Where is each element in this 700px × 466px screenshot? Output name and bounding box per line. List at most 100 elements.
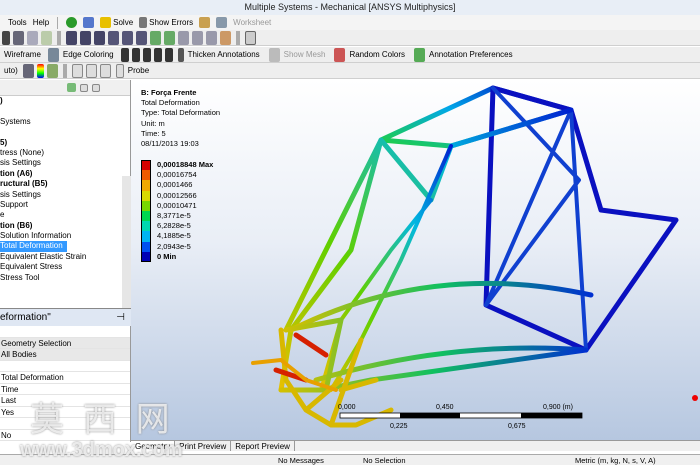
wireframe-button[interactable]: Wireframe <box>2 48 43 62</box>
graphics-viewport[interactable]: B: Força Frente Total Deformation Type: … <box>131 80 700 440</box>
tree-connect-icon[interactable] <box>83 17 95 28</box>
legend-entry: 0,00018848 Max <box>141 160 214 171</box>
edge-direction-icon[interactable] <box>120 47 129 62</box>
details-row[interactable]: No <box>0 430 130 441</box>
tree-item[interactable]: ructural (B5) <box>0 179 130 189</box>
worksheet-button[interactable]: Worksheet <box>233 18 271 27</box>
check-icon[interactable] <box>66 17 78 28</box>
scale-dropdown[interactable]: uto) <box>2 64 20 78</box>
tree-item[interactable]: e <box>0 210 130 220</box>
selection-status: No Selection <box>363 456 406 465</box>
edge-display-icon[interactable] <box>46 63 58 78</box>
details-row[interactable]: Geometry Selection <box>0 337 130 349</box>
result-info: B: Força Frente Total Deformation Type: … <box>141 88 220 149</box>
select-icon[interactable] <box>13 30 24 45</box>
geometry-display-icon[interactable] <box>22 63 34 78</box>
grid-icon[interactable] <box>216 17 228 28</box>
details-row[interactable]: Total Deformation <box>0 372 130 384</box>
details-row[interactable]: Yes <box>0 407 130 418</box>
tree-item[interactable]: Support <box>0 200 130 210</box>
probe-button[interactable]: Probe <box>114 63 153 78</box>
iso-view-icon[interactable] <box>178 30 189 45</box>
details-row[interactable] <box>0 418 130 430</box>
show-errors-button[interactable]: Show Errors <box>139 17 193 28</box>
scale-tick-0: 0,000 <box>338 404 356 411</box>
tree-item[interactable]: tion (B6) <box>0 221 130 231</box>
details-row[interactable] <box>0 361 130 372</box>
details-row[interactable] <box>0 326 130 338</box>
edge-thick-icon[interactable] <box>142 47 151 62</box>
window-view-icon[interactable] <box>206 30 217 45</box>
max-icon[interactable] <box>71 63 83 78</box>
show-mesh-label: Show Mesh <box>283 50 326 59</box>
rotate-icon[interactable] <box>66 30 77 45</box>
tree-item[interactable]: sis Settings <box>0 158 130 168</box>
legend-value: 4,1885e-5 <box>157 231 191 241</box>
menu-tools[interactable]: Tools <box>8 18 27 27</box>
previous-view-icon[interactable] <box>150 30 161 45</box>
tree-item[interactable]: Stress Tool <box>0 273 130 283</box>
show-mesh-button[interactable]: Show Mesh <box>267 47 330 62</box>
tree-item-label: ructural (B5) <box>0 179 48 189</box>
refresh-icon[interactable] <box>67 83 76 92</box>
tree-header <box>0 80 130 96</box>
edge-coloring-icon <box>47 47 59 62</box>
paste-icon[interactable] <box>41 30 52 45</box>
viewport-layout-icon[interactable] <box>245 30 256 45</box>
next-view-icon[interactable] <box>164 30 175 45</box>
solve-button[interactable]: Solve <box>100 17 133 28</box>
min-icon[interactable] <box>85 63 97 78</box>
messages-status[interactable]: No Messages <box>278 455 324 466</box>
tree-item[interactable]: Equivalent Stress <box>0 262 130 272</box>
tree-item[interactable]: Solution Information <box>0 231 130 241</box>
tree-item[interactable]: 5) <box>0 138 130 148</box>
tree-item[interactable]: tress (None) <box>0 148 130 158</box>
outline-tree: ) Systems 5) tress (None) sis Settings tion (… <box>0 80 131 376</box>
tree-item[interactable]: Systems <box>0 117 130 127</box>
expand-icon[interactable] <box>92 83 100 92</box>
legend-swatch <box>141 221 151 232</box>
tab-report-preview[interactable]: Report Preview <box>231 441 295 451</box>
details-header: eformation" ⊣ <box>0 308 131 326</box>
menu-help[interactable]: Help <box>33 18 49 27</box>
tree-item[interactable] <box>0 106 130 116</box>
contour-legend[interactable]: 0,00018848 Max 0,00016754 0,0001466 0,00012… <box>141 160 213 262</box>
lock-icon[interactable] <box>199 17 211 28</box>
pan-icon[interactable] <box>80 30 91 45</box>
triad-icon[interactable] <box>692 395 698 401</box>
tree-item[interactable]: Equivalent Elastic Strain <box>0 252 130 262</box>
zoom-icon[interactable] <box>94 30 105 45</box>
magnifier-icon[interactable] <box>136 30 147 45</box>
annotation-preferences-button[interactable]: Annotation Preferences <box>412 47 517 62</box>
arrow-icon[interactable] <box>2 30 10 45</box>
legend-swatch <box>141 200 151 211</box>
tree-item[interactable]: sis Settings <box>0 190 130 200</box>
legend-entry: 0,00010471 <box>141 200 213 211</box>
tree-item[interactable]: tion (A6) <box>0 169 130 179</box>
details-row[interactable]: Last <box>0 395 130 407</box>
random-colors-button[interactable]: Random Colors <box>332 47 409 62</box>
zoom-fit-icon[interactable] <box>122 30 133 45</box>
tree-item[interactable]: ) <box>0 96 130 106</box>
copy-icon[interactable] <box>27 30 38 45</box>
close-vertex-icon[interactable] <box>164 47 173 62</box>
legend-icon[interactable] <box>99 63 111 78</box>
label-icon[interactable] <box>220 30 231 45</box>
edge-coloring-button[interactable]: Edge Coloring <box>46 47 118 62</box>
legend-value: 0,00018848 Max <box>157 160 214 170</box>
box-view-icon[interactable] <box>192 30 203 45</box>
details-row[interactable]: All Bodies <box>0 349 130 361</box>
box-zoom-icon[interactable] <box>108 30 119 45</box>
edge-thin-icon[interactable] <box>131 47 140 62</box>
tree-item[interactable]: Total Deformation <box>0 241 130 252</box>
contour-icon[interactable] <box>36 63 44 78</box>
collapse-icon[interactable] <box>80 83 88 92</box>
tree-item[interactable] <box>0 127 130 137</box>
tab-print-preview[interactable]: Print Preview <box>175 441 232 451</box>
tab-geometry[interactable]: Geometry <box>131 441 176 451</box>
pin-icon[interactable]: ⊣ <box>116 309 125 327</box>
units-status[interactable]: Metric (m, kg, N, s, V, A) <box>575 455 656 466</box>
details-row[interactable]: Time <box>0 384 130 395</box>
vertex-icon[interactable] <box>153 47 162 62</box>
thicken-annotations-button[interactable]: Thicken Annotations <box>176 47 264 62</box>
